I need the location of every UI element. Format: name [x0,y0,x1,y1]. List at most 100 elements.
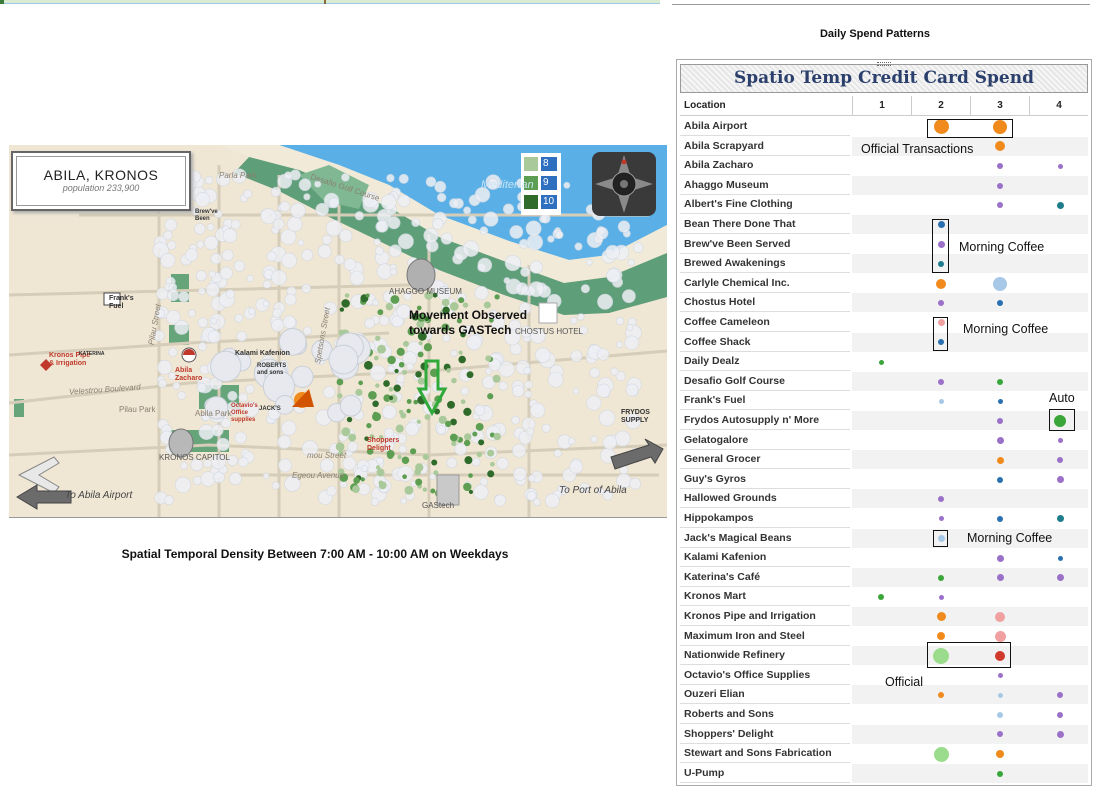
row-band [852,587,1088,606]
spend-dot[interactable] [997,417,1003,424]
spend-dot[interactable] [995,611,1005,622]
label-gastech: GAStech [422,501,455,510]
row-band [852,744,1088,763]
header-location: Location [684,100,726,111]
spend-dot[interactable] [1057,437,1063,443]
row-band [852,274,1088,293]
label-octavio: Octavio's Office supplies [231,403,258,423]
spend-dot[interactable] [1056,574,1064,582]
annotation-morning-coffee-1: Morning Coffee [959,240,1045,254]
location-label: Frydos Autosupply n' More [680,411,850,430]
strip-corner [0,0,4,4]
spend-dot[interactable] [997,711,1003,718]
row-band [852,509,1088,528]
spend-dot[interactable] [996,750,1004,758]
spend-dot[interactable] [938,516,944,522]
spend-dot[interactable] [936,278,946,289]
location-label: Abila Airport [680,117,850,136]
spend-dot[interactable] [997,476,1003,483]
row-band [852,705,1088,724]
location-label: Katerina's Café [680,568,850,587]
row-band [852,293,1088,313]
top-strip-left [0,0,660,4]
row-band [852,195,1088,214]
top-strip-right [672,4,1090,5]
spend-dot[interactable] [933,746,949,762]
location-label: Jack's Magical Beans [680,529,850,548]
spend-dot[interactable] [997,378,1003,385]
location-label: Abila Scrapyard [680,137,850,156]
row-band [852,215,1088,234]
row-band [852,156,1088,175]
drag-grip-icon[interactable] [877,62,891,66]
chart-caption: Daily Spend Patterns [819,28,931,40]
compass-icon[interactable] [591,151,657,217]
spend-dot[interactable] [1056,201,1064,209]
row-band [852,548,1088,567]
label-brew: Brew've Been [195,209,218,222]
spend-dot[interactable] [878,359,884,365]
spend-dot[interactable] [1056,730,1064,738]
row-band [852,607,1088,626]
label-parla: Parla Park [219,171,257,180]
spend-dot[interactable] [1057,457,1063,463]
spend-dot[interactable] [938,378,944,385]
spend-dot[interactable] [996,436,1004,444]
label-katerina: KATERINA [79,351,105,357]
header-col-2: 2 [911,96,970,116]
location-label: Kronos Mart [680,587,850,607]
location-label: Octavio's Office Supplies [680,666,850,685]
spend-dot[interactable] [938,574,944,581]
spend-dot[interactable] [1056,515,1064,523]
highlight-auto [1049,409,1075,431]
label-abila-zacharo: Abila Zacharo [175,367,203,382]
location-label: Carlyle Chemical Inc. [680,274,850,293]
location-label: Ouzeri Elian [680,685,850,705]
row-band [852,431,1088,450]
label-kalami: Kalami Kafenion [235,350,290,357]
spend-dot[interactable] [1057,163,1063,169]
location-label: Guy's Gyros [680,470,850,489]
spend-chart: Spatio Temp Credit Card Spend Location 1… [676,59,1092,786]
location-label: Kronos Pipe and Irrigation [680,607,850,626]
spend-dot[interactable] [996,554,1004,562]
annotation-official: Official [885,675,923,689]
spend-dot[interactable] [997,770,1003,777]
spend-dot[interactable] [997,515,1003,522]
spend-dot[interactable] [994,630,1006,642]
row-band [852,450,1088,470]
spend-dot[interactable] [1056,476,1064,484]
city-map[interactable]: ABILA, KRONOS population 233,900 8 9 10 … [9,145,667,518]
location-label: U-Pump [680,764,850,783]
location-label: Hippokampos [680,509,850,528]
spend-dot[interactable] [996,456,1004,464]
location-label: Brewed Awakenings [680,254,850,274]
label-pilau-park: Pilau Park [119,405,156,414]
spend-dot[interactable] [997,673,1003,679]
location-label: Shoppers' Delight [680,725,850,744]
location-label: Coffee Shack [680,333,850,352]
location-label: Stewart and Sons Fabrication [680,744,850,764]
spend-dot[interactable] [997,163,1003,169]
highlight-coffee-3 [933,530,948,547]
location-label: Coffee Cameleon [680,313,850,332]
spend-dot[interactable] [938,398,944,404]
spend-dot[interactable] [1057,555,1063,561]
legend-item: 8 [524,156,558,172]
spend-dot[interactable] [938,594,944,600]
row-band [852,763,1088,783]
legend-swatch [524,195,538,209]
spend-dot[interactable] [997,692,1003,698]
location-label: Gelatogalore [680,431,850,450]
spend-dot[interactable] [996,574,1004,582]
spend-dot[interactable] [997,398,1003,404]
location-label: Kalami Kafenion [680,548,850,568]
legend-label: 8 [541,157,557,171]
chart-title: Spatio Temp Credit Card Spend [733,68,1034,88]
highlight-coffee-1 [932,219,949,273]
spend-dot[interactable] [993,276,1007,291]
location-label: Roberts and Sons [680,705,850,724]
spend-dot[interactable] [1057,711,1063,718]
spend-dot[interactable] [997,182,1003,189]
spend-dot[interactable] [936,612,946,622]
